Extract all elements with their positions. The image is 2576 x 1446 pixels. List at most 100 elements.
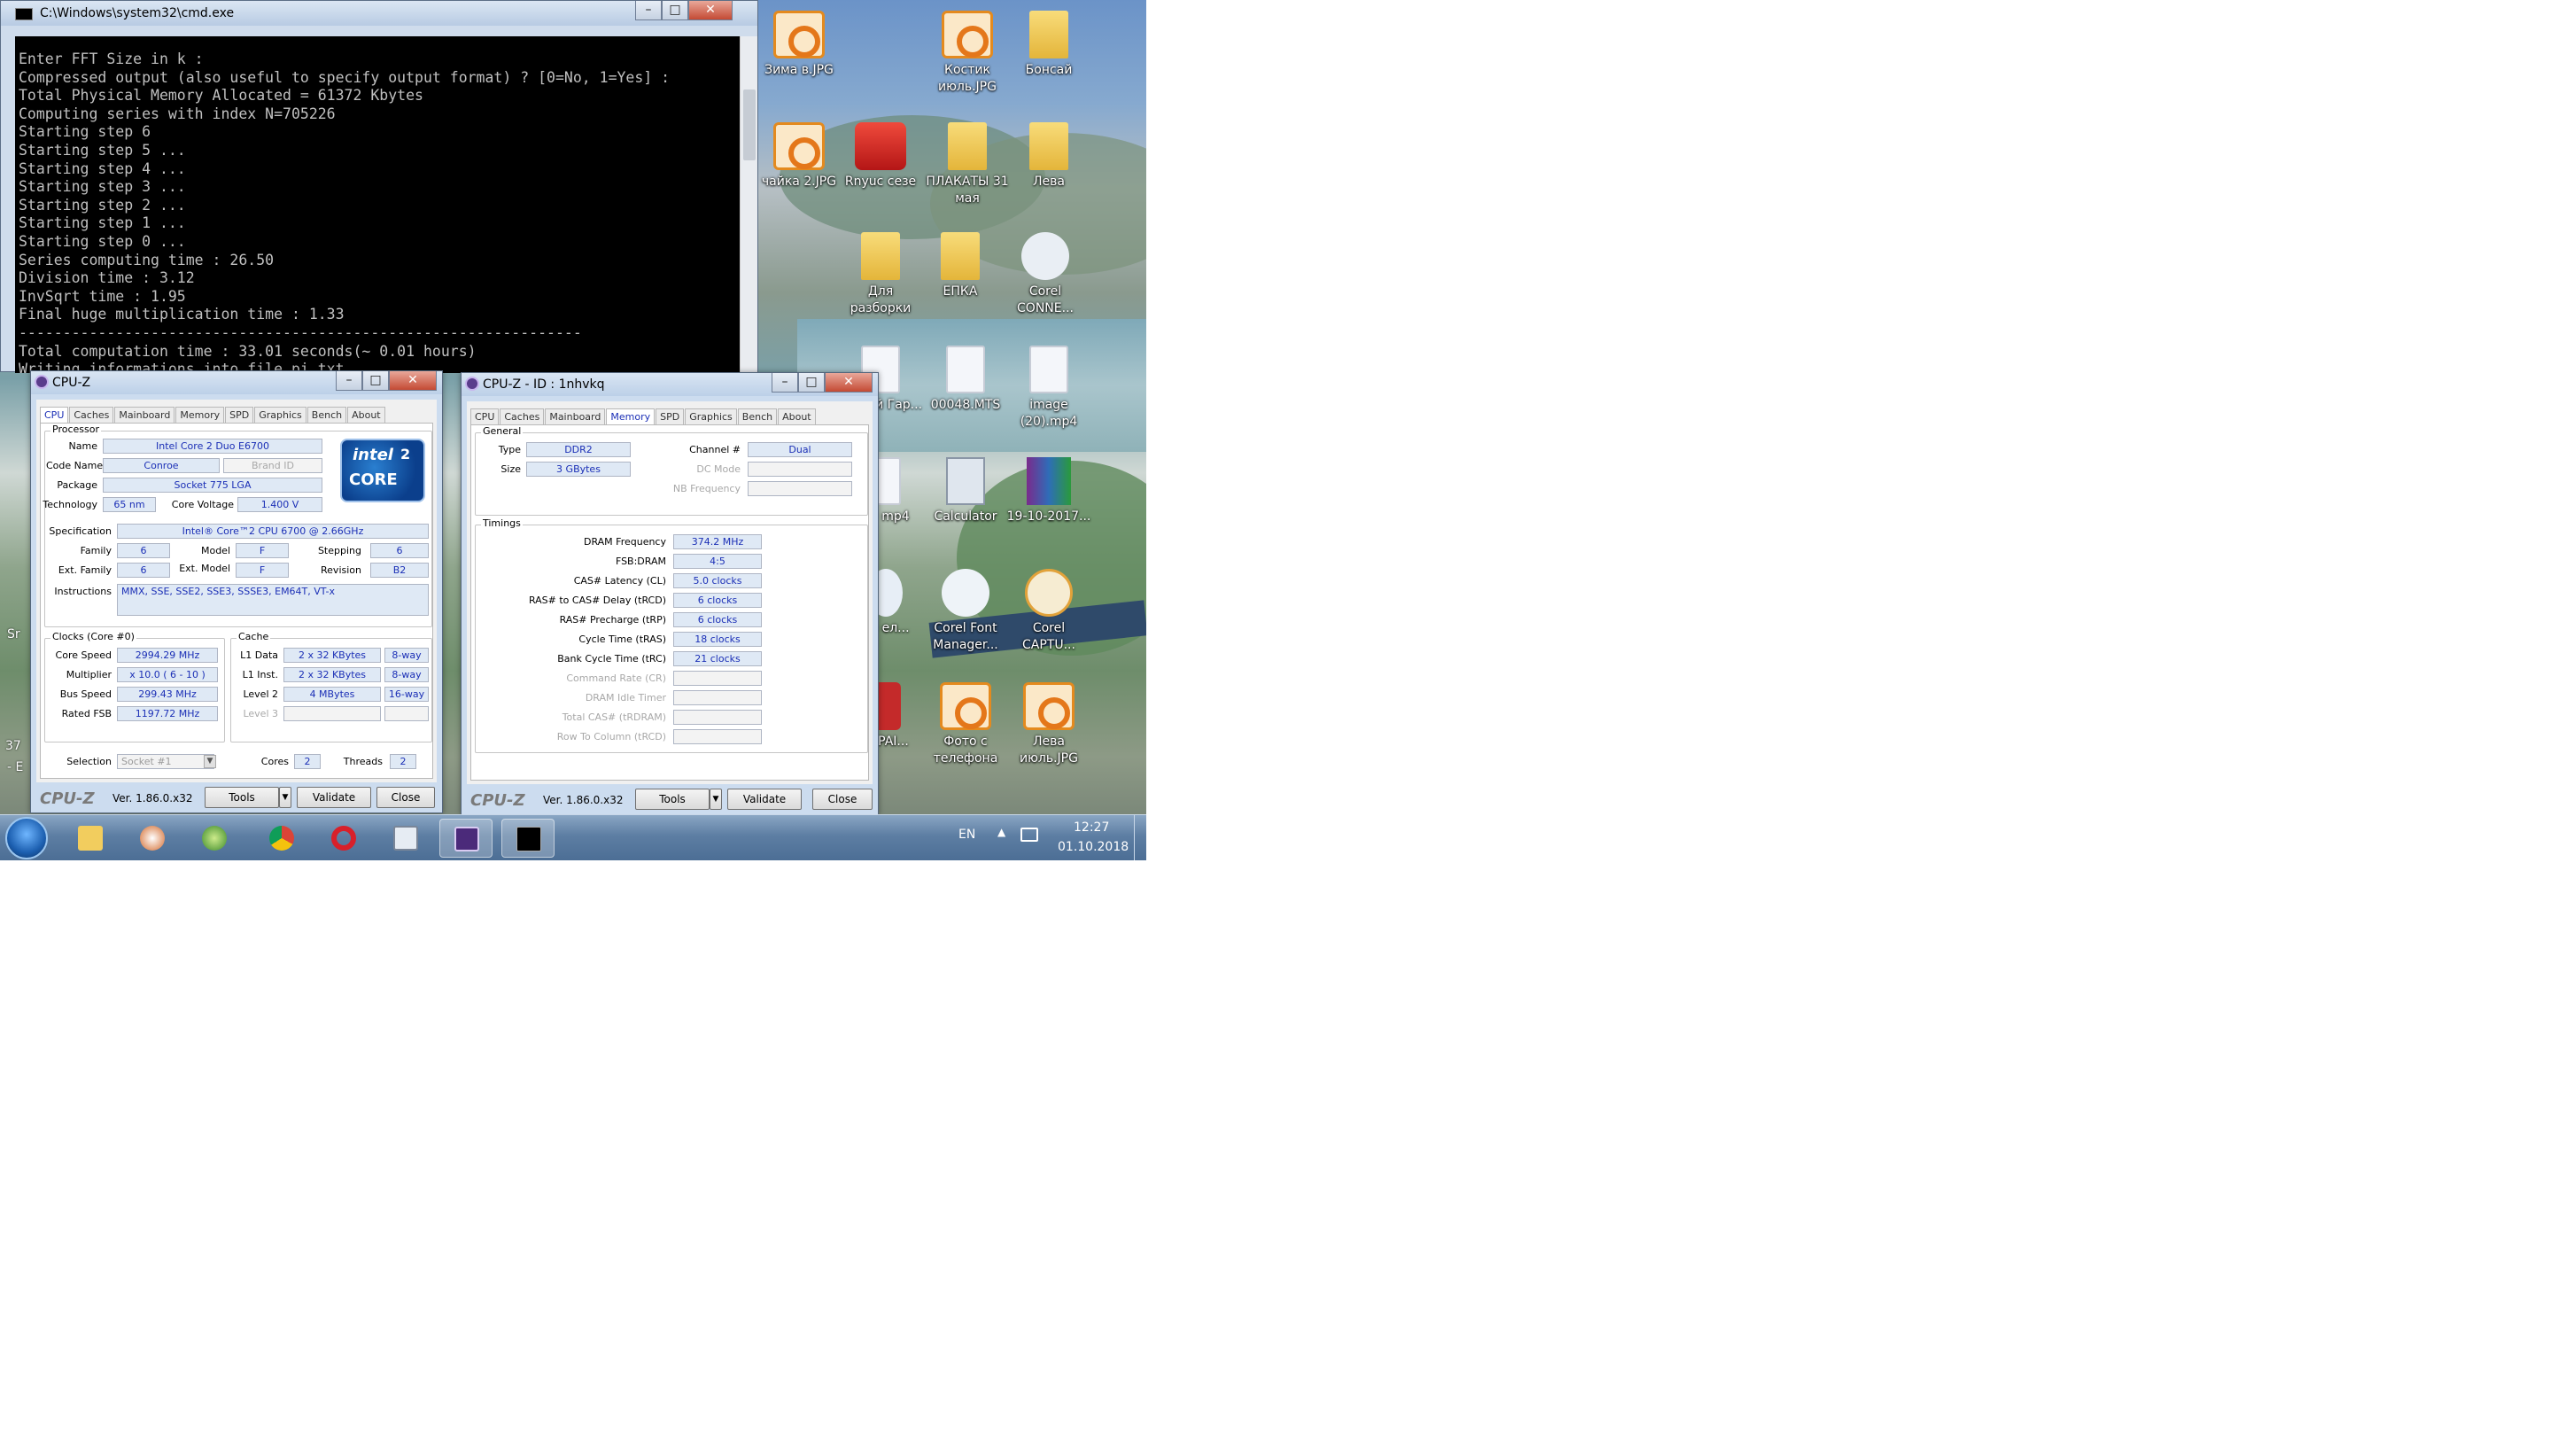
desktop-icon[interactable]: Corel Font Manager...: [921, 569, 1010, 654]
language-indicator[interactable]: EN: [958, 828, 975, 842]
tab-spd[interactable]: SPD: [225, 407, 254, 424]
calculator-taskbar-button[interactable]: [379, 819, 432, 858]
close-button[interactable]: ✕: [688, 1, 733, 20]
desktop-icon[interactable]: Лева: [1005, 122, 1093, 190]
tray-expand-icon[interactable]: ▲: [997, 826, 1005, 838]
chevron-down-icon[interactable]: ▼: [204, 755, 216, 768]
cpuz-brand: CPU-Z: [40, 789, 95, 808]
clock-time[interactable]: 12:27: [1074, 820, 1109, 835]
tab-spd[interactable]: SPD: [656, 408, 685, 426]
cpuz-title: CPU-Z: [52, 376, 91, 390]
cmd-window[interactable]: C:\Windows\system32\cmd.exe – □ ✕ Enter …: [0, 0, 758, 373]
group-label: Cache: [237, 631, 271, 642]
tab-cpu[interactable]: CPU: [40, 407, 69, 424]
tools-button[interactable]: Tools: [635, 789, 710, 810]
desktop-icon[interactable]: Rnyuc сезe: [836, 122, 925, 190]
opera-taskbar-button[interactable]: [317, 819, 370, 858]
tab-bench[interactable]: Bench: [737, 408, 778, 426]
minimize-button[interactable]: –: [635, 1, 662, 20]
version-label: Ver. 1.86.0.x32: [543, 794, 624, 806]
command-rate-value: [673, 671, 762, 686]
desktop-icon-label: чайка 2.JPG: [761, 175, 837, 189]
edge-text: 37: [5, 739, 21, 753]
folder-icon: [941, 232, 980, 280]
cpuz-titlebar[interactable]: CPU-Z – □ ✕: [31, 371, 442, 394]
tab-graphics[interactable]: Graphics: [685, 408, 737, 426]
chevron-down-icon[interactable]: ▼: [710, 789, 722, 810]
cmd-taskbar-button[interactable]: [501, 819, 555, 858]
maximize-button[interactable]: □: [798, 373, 825, 393]
media-player-icon: [140, 826, 165, 851]
tab-memory[interactable]: Memory: [175, 407, 225, 424]
tab-caches[interactable]: Caches: [69, 407, 114, 424]
rated-fsb-value: 1197.72 MHz: [117, 706, 218, 721]
multiplier-value: x 10.0 ( 6 - 10 ): [117, 667, 218, 682]
maximize-button[interactable]: □: [362, 371, 389, 391]
cpuz-cpu-window[interactable]: CPU-Z – □ ✕ CPU Caches Mainboard Memory SPD G…: [30, 370, 443, 813]
tab-about[interactable]: About: [347, 407, 385, 424]
explorer-taskbar-button[interactable]: [64, 819, 117, 858]
console-scrollbar[interactable]: [740, 36, 757, 373]
console-output[interactable]: Enter FFT Size in k : Compressed output …: [15, 36, 740, 373]
desktop-icon[interactable]: Фото с телефона: [921, 682, 1010, 767]
desktop-icon[interactable]: Corel CONNE...: [1001, 232, 1090, 317]
scrollbar-thumb[interactable]: [743, 89, 756, 160]
folder-icon: [861, 232, 900, 280]
minimize-button[interactable]: –: [772, 373, 798, 393]
minimize-button[interactable]: –: [336, 371, 362, 391]
l1-data-value: 2 x 32 KBytes: [283, 648, 381, 663]
tab-cpu[interactable]: CPU: [470, 408, 500, 426]
tab-mainboard[interactable]: Mainboard: [114, 407, 175, 424]
dc-mode-value: [748, 462, 852, 477]
tools-button[interactable]: Tools: [205, 787, 279, 808]
desktop-icon[interactable]: Для разборки: [836, 232, 925, 317]
dram-frequency-label: DRAM Frequency: [583, 536, 666, 548]
cmd-titlebar[interactable]: C:\Windows\system32\cmd.exe – □ ✕: [1, 1, 757, 26]
tab-graphics[interactable]: Graphics: [254, 407, 306, 424]
app-taskbar-button[interactable]: [188, 819, 241, 858]
chrome-taskbar-button[interactable]: [255, 819, 308, 858]
desktop-icon[interactable]: image (20).mp4: [1005, 346, 1093, 431]
validate-button[interactable]: Validate: [727, 789, 802, 810]
desktop-icon[interactable]: Лева июль.JPG: [1005, 682, 1093, 767]
desktop-icon[interactable]: ПЛАКАТЫ 31 мая: [923, 122, 1012, 207]
tab-about[interactable]: About: [778, 408, 816, 426]
tab-caches[interactable]: Caches: [500, 408, 545, 426]
desktop-icon[interactable]: ЕПКА: [916, 232, 1005, 300]
group-label: Processor: [50, 424, 101, 435]
desktop-icon[interactable]: 00048.MTS: [921, 346, 1010, 414]
desktop-icon[interactable]: 19-10-2017...: [1005, 457, 1093, 525]
clock-date[interactable]: 01.10.2018: [1058, 840, 1129, 854]
desktop-icon-label: 00048.MTS: [930, 398, 1001, 412]
tab-mainboard[interactable]: Mainboard: [545, 408, 606, 426]
tab-memory[interactable]: Memory: [606, 408, 656, 426]
show-desktop-button[interactable]: [1134, 815, 1146, 860]
folder-icon: [948, 122, 987, 170]
tab-bench[interactable]: Bench: [306, 407, 347, 424]
desktop-icon[interactable]: Calculator: [921, 457, 1010, 525]
validate-button[interactable]: Validate: [297, 787, 371, 808]
folder-icon: [78, 826, 103, 851]
close-button[interactable]: ✕: [825, 373, 873, 393]
desktop-icon[interactable]: Костик июль.JPG: [923, 11, 1012, 96]
selection-dropdown[interactable]: Socket #1: [117, 754, 214, 769]
desktop-icon[interactable]: Corel CAPTU...: [1005, 569, 1093, 654]
cpuz-taskbar-button[interactable]: [439, 819, 493, 858]
cpuz-memory-window[interactable]: CPU-Z - ID : 1nhvkq – □ ✕ CPU Caches Mainb…: [461, 372, 879, 815]
l1-inst-label: L1 Inst.: [242, 669, 278, 680]
network-icon[interactable]: [1020, 828, 1038, 842]
desktop-icon[interactable]: чайка 2.JPG: [755, 122, 843, 190]
stepping-value: 6: [370, 543, 429, 558]
cpuz-titlebar[interactable]: CPU-Z - ID : 1nhvkq – □ ✕: [462, 373, 878, 396]
close-dialog-button[interactable]: Close: [376, 787, 435, 808]
chevron-down-icon[interactable]: ▼: [279, 787, 291, 808]
close-dialog-button[interactable]: Close: [812, 789, 873, 810]
desktop-icon[interactable]: Зима в.JPG: [755, 11, 843, 79]
media-taskbar-button[interactable]: [126, 819, 179, 858]
close-button[interactable]: ✕: [389, 371, 437, 391]
start-button[interactable]: [5, 817, 48, 859]
brand-id-value: Brand ID: [223, 458, 322, 473]
calculator-icon: [393, 826, 418, 851]
desktop-icon[interactable]: Бонсай: [1005, 11, 1093, 79]
maximize-button[interactable]: □: [662, 1, 688, 20]
